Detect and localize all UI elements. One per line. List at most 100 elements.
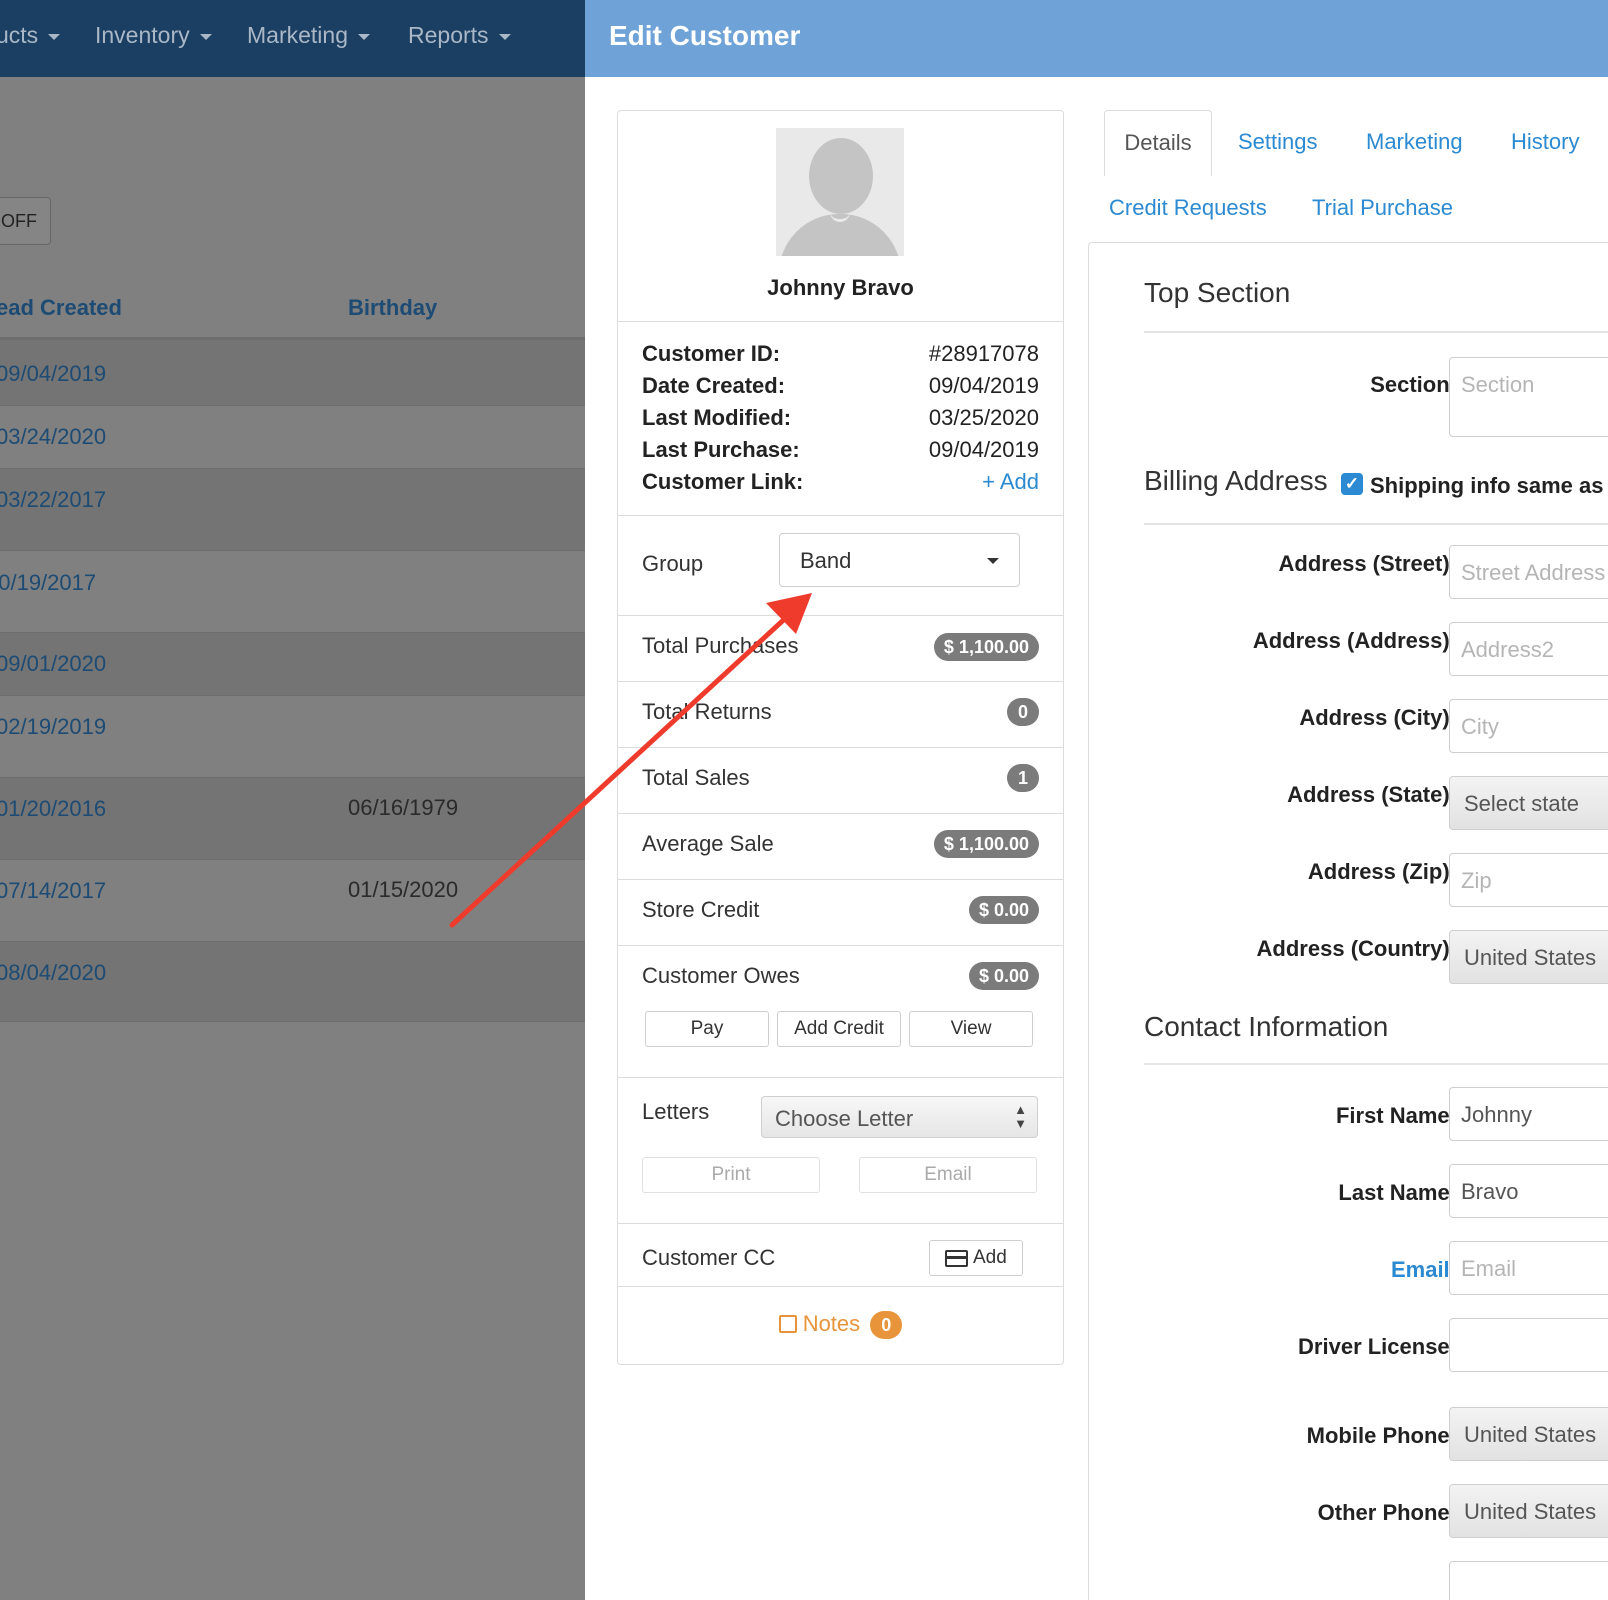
table-row[interactable]: 01/20/2016 06/16/1979 <box>0 778 585 860</box>
add-credit-button[interactable]: Add Credit <box>777 1011 901 1047</box>
notes-link[interactable]: Notes 0 <box>618 1311 1063 1339</box>
last-purchase-label: Last Purchase: <box>642 437 800 462</box>
letter-select[interactable]: Choose Letter ▲ ▼ <box>761 1096 1038 1138</box>
view-button[interactable]: View <box>909 1011 1033 1047</box>
address-street-input[interactable]: Street Address <box>1449 545 1608 599</box>
section-input[interactable]: Section <box>1449 357 1608 437</box>
tab-details[interactable]: Details <box>1104 110 1212 176</box>
customer-cc-label: Customer CC <box>642 1245 776 1270</box>
address-city-input[interactable]: City <box>1449 699 1608 753</box>
other-phone-country-select[interactable]: United States <box>1449 1484 1608 1538</box>
next-field-input[interactable] <box>1449 1561 1608 1600</box>
pay-button[interactable]: Pay <box>645 1011 769 1047</box>
caret-down-icon <box>357 33 370 40</box>
cell-created[interactable]: 09/04/2019 <box>0 361 106 387</box>
address-city-label: Address (City): <box>1299 705 1457 730</box>
first-name-label: First Name: <box>1335 1103 1457 1128</box>
cell-created[interactable]: 03/24/2020 <box>0 424 106 450</box>
table-row[interactable]: 02/19/2019 <box>0 696 585 778</box>
last-name-label: Last Name: <box>1338 1180 1457 1205</box>
tab-settings[interactable]: Settings <box>1238 129 1318 155</box>
table-row[interactable]: 03/24/2020 <box>0 406 585 469</box>
address-zip-input[interactable]: Zip <box>1449 853 1608 907</box>
customer-owes-badge: $ 0.00 <box>968 962 1039 990</box>
customer-link-label: Customer Link: <box>642 469 804 494</box>
cell-created[interactable]: 08/04/2020 <box>0 960 106 986</box>
add-credit-card-label: Add <box>973 1247 1007 1268</box>
address-country-select[interactable]: United States <box>1449 930 1608 984</box>
email-input[interactable]: Email <box>1449 1241 1608 1295</box>
tab-credit-requests[interactable]: Credit Requests <box>1109 195 1267 221</box>
total-sales-badge: 1 <box>1007 764 1039 792</box>
divider <box>618 615 1063 616</box>
avatar-placeholder-icon[interactable] <box>776 128 904 256</box>
mobile-phone-label: Mobile Phone: <box>1306 1423 1457 1448</box>
toggle-off-button[interactable]: OFF <box>0 197 51 245</box>
tab-marketing[interactable]: Marketing <box>1366 129 1463 155</box>
cell-created[interactable]: 07/14/2017 <box>0 878 106 904</box>
total-purchases-label: Total Purchases <box>642 633 799 658</box>
nav-reports-label: Reports <box>408 22 489 48</box>
customer-summary-card: Johnny Bravo Customer ID: #28917078 Date… <box>617 110 1064 1365</box>
cell-created[interactable]: 03/22/2017 <box>0 487 106 513</box>
cell-created[interactable]: 01/20/2016 <box>0 796 106 822</box>
column-lead-created[interactable]: ead Created <box>0 295 122 321</box>
add-credit-card-button[interactable]: Add <box>929 1240 1023 1276</box>
nav-marketing[interactable]: Marketing <box>247 22 370 49</box>
cell-birthday: 06/16/1979 <box>348 795 459 820</box>
nav-inventory[interactable]: Inventory <box>95 22 212 49</box>
select-arrows-icon: ▲ ▼ <box>1014 1102 1027 1131</box>
email-label[interactable]: Email: <box>1391 1257 1457 1283</box>
divider <box>618 813 1063 814</box>
date-created-label: Date Created: <box>642 373 786 398</box>
section-divider <box>1144 331 1608 333</box>
table-row[interactable]: 08/04/2020 <box>0 942 585 1022</box>
mobile-phone-country-select[interactable]: United States <box>1449 1407 1608 1461</box>
nav-products[interactable]: ucts <box>0 22 61 49</box>
section-divider <box>1144 1063 1608 1065</box>
average-sale-badge: $ 1,100.00 <box>933 830 1039 858</box>
last-name-input[interactable]: Bravo <box>1449 1164 1608 1218</box>
table-row[interactable]: 09/01/2020 <box>0 633 585 696</box>
top-section-title: Top Section <box>1144 277 1291 308</box>
address-address2-label: Address (Address): <box>1252 628 1457 653</box>
address-address2-input[interactable]: Address2 <box>1449 622 1608 676</box>
first-name-value: Johnny <box>1461 1102 1532 1127</box>
nav-reports[interactable]: Reports <box>408 22 511 49</box>
total-returns-label: Total Returns <box>642 699 772 724</box>
modal-title: Edit Customer <box>609 20 801 51</box>
group-label: Group <box>642 551 704 576</box>
cell-created[interactable]: 09/01/2020 <box>0 651 106 677</box>
shipping-same-label: Shipping info same as I <box>1370 473 1608 498</box>
table-row[interactable]: 09/04/2019 <box>0 340 585 406</box>
customer-id-value: #28917078 <box>928 341 1039 366</box>
tab-history[interactable]: History <box>1511 129 1579 155</box>
details-form-panel: Top Section Section: Section Billing Add… <box>1088 242 1608 1600</box>
table-row[interactable]: 03/22/2017 <box>0 469 585 551</box>
average-sale-label: Average Sale <box>642 831 774 856</box>
edit-customer-modal: Edit Customer Johnny Bravo Customer ID: … <box>585 0 1608 1600</box>
checkbox-checked-icon[interactable]: ✓ <box>1341 473 1363 495</box>
customer-link-add[interactable]: + Add <box>982 469 1039 495</box>
cell-created[interactable]: 02/19/2019 <box>0 714 106 740</box>
note-icon <box>778 1315 797 1333</box>
address-street-placeholder: Street Address <box>1461 560 1606 585</box>
driver-license-input[interactable] <box>1449 1318 1608 1372</box>
email-letter-button[interactable]: Email <box>859 1157 1037 1193</box>
column-birthday[interactable]: Birthday <box>348 295 437 321</box>
tab-trial-purchase[interactable]: Trial Purchase <box>1312 195 1453 221</box>
avatar-head <box>809 138 873 214</box>
caret-down-icon <box>498 33 511 40</box>
address-address2-placeholder: Address2 <box>1461 637 1554 662</box>
first-name-input[interactable]: Johnny <box>1449 1087 1608 1141</box>
section-placeholder: Section <box>1461 372 1535 397</box>
letter-select-placeholder: Choose Letter <box>775 1106 914 1131</box>
cell-created[interactable]: 10/19/2017 <box>0 570 96 596</box>
table-row[interactable]: 10/19/2017 <box>0 551 585 633</box>
group-select[interactable]: Band <box>779 533 1020 587</box>
divider <box>618 945 1063 946</box>
address-state-select[interactable]: Select state <box>1449 776 1608 830</box>
print-letter-button[interactable]: Print <box>642 1157 820 1193</box>
table-row[interactable]: 07/14/2017 01/15/2020 <box>0 860 585 942</box>
customer-id-label: Customer ID: <box>642 341 781 366</box>
